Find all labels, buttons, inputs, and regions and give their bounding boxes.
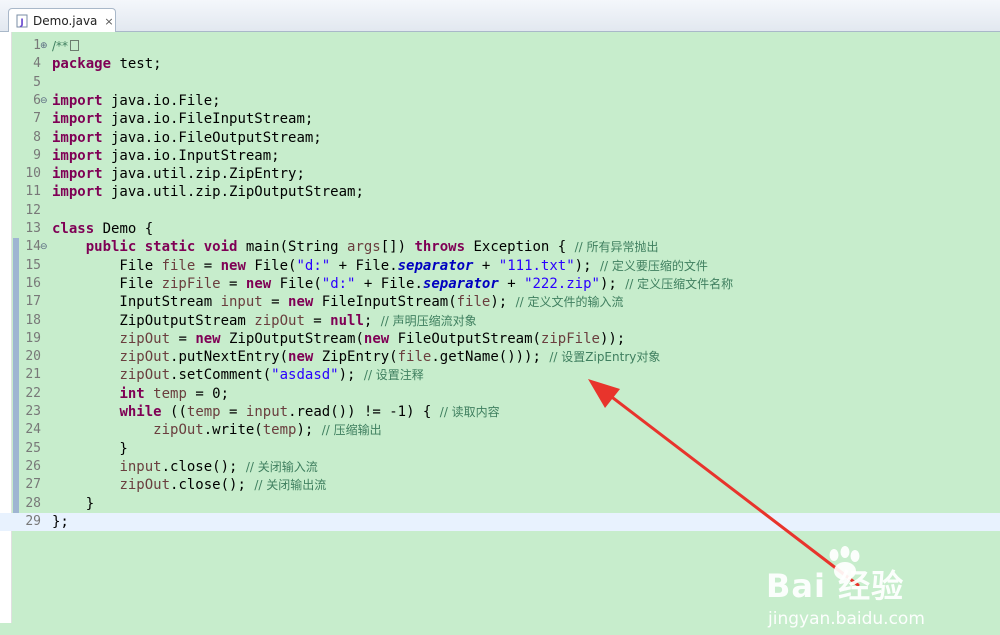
close-icon[interactable]: × <box>104 16 113 27</box>
tab-demo-java[interactable]: J Demo.java × <box>8 8 116 33</box>
tab-title: Demo.java <box>33 14 98 28</box>
editor-tab-bar: J Demo.java × <box>0 0 1000 33</box>
code-editor[interactable]: 1 ⊕/** 4 package test; 5 6 ⊖ import java.io.Fil… <box>0 32 1000 629</box>
watermark-site: jingyan.baidu.com <box>768 609 925 629</box>
baidu-logo-text: Bai 经验 <box>766 567 905 605</box>
red-arrow-annotation <box>588 379 860 587</box>
java-file-icon: J <box>15 14 29 28</box>
baidu-watermark: Bai 经验 jingyan.baidu.com <box>754 545 974 635</box>
svg-text:J: J <box>19 18 23 28</box>
